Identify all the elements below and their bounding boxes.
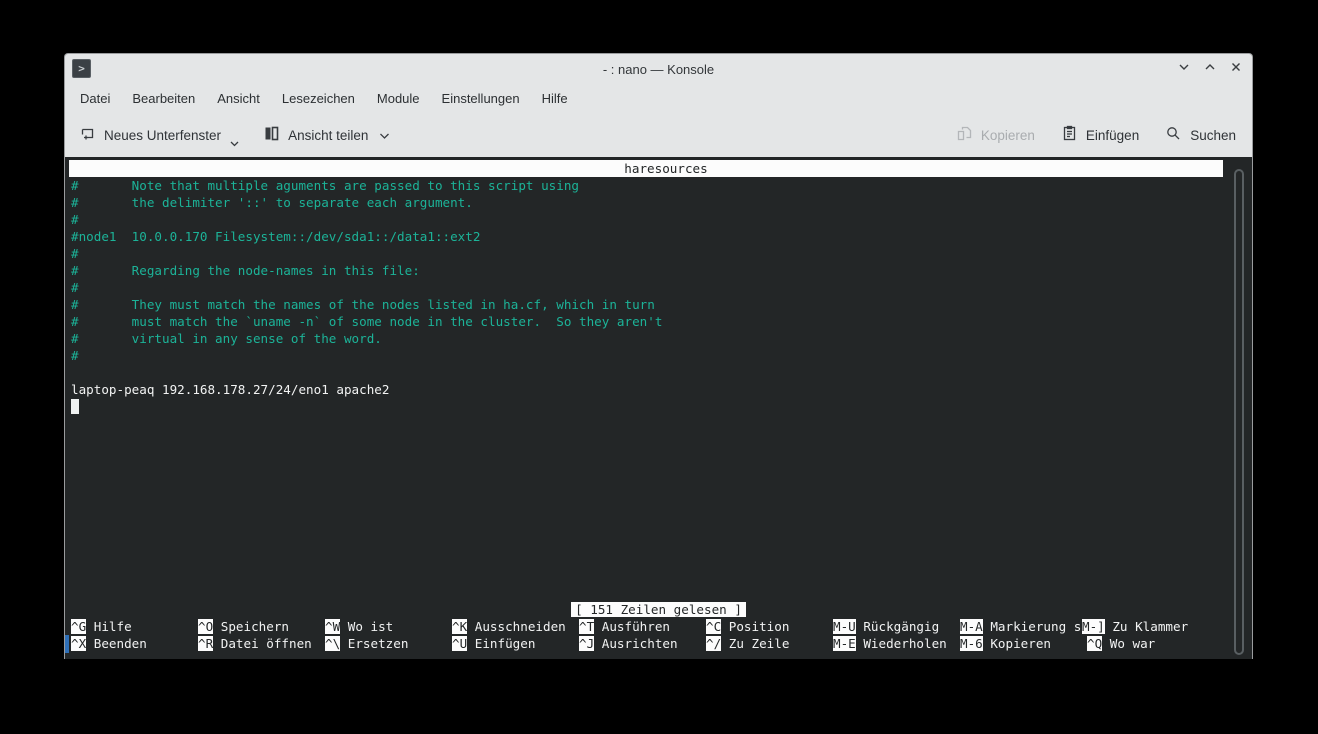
maximize-button[interactable]	[1201, 61, 1218, 78]
nano-filename: haresources	[624, 160, 707, 177]
titlebar[interactable]: > - : nano — Konsole	[65, 54, 1252, 84]
shortcut-key: ^U	[452, 636, 467, 651]
copy-icon	[956, 125, 973, 145]
nano-status-message: [ 151 Zeilen gelesen ]	[571, 602, 746, 617]
shortcut-item: ^U Einfügen	[452, 635, 579, 652]
search-button[interactable]: Suchen	[1165, 125, 1236, 145]
shortcut-item: ^Q Wo war	[1087, 635, 1214, 652]
text-line: # Note that multiple aguments are passed…	[65, 177, 1252, 194]
terminal-scrollbar[interactable]	[1234, 169, 1244, 655]
search-label: Suchen	[1190, 128, 1236, 143]
activity-indicator	[65, 635, 69, 653]
nano-shortcuts-row2: ^X Beenden^R Datei öffnen^\ Ersetzen^U E…	[65, 635, 1252, 652]
tab-new-icon	[79, 125, 96, 145]
shortcut-item: M-E Wiederholen	[833, 635, 960, 652]
nano-titlebar: GNU nano 7.2 haresources	[69, 160, 1223, 177]
text-line: #node1 10.0.0.170 Filesystem::/dev/sda1:…	[65, 228, 1252, 245]
chevron-down-icon	[230, 135, 239, 150]
shortcut-item: ^X Beenden	[71, 635, 198, 652]
paste-label: Einfügen	[1086, 128, 1139, 143]
menu-item-ansicht[interactable]: Ansicht	[206, 86, 271, 111]
nano-shortcuts-row1: ^G Hilfe^O Speichern^W Wo ist^K Ausschne…	[65, 618, 1252, 635]
shortcut-key: M-]	[1082, 619, 1105, 634]
menu-item-hilfe[interactable]: Hilfe	[531, 86, 579, 111]
shortcut-item: ^O Speichern	[198, 618, 325, 635]
menu-item-bearbeiten[interactable]: Bearbeiten	[121, 86, 206, 111]
paste-button[interactable]: Einfügen	[1061, 125, 1139, 145]
text-line: #	[65, 245, 1252, 262]
split-view-icon	[263, 125, 280, 145]
shortcut-key: ^/	[706, 636, 721, 651]
shortcut-item: ^\ Ersetzen	[325, 635, 452, 652]
shortcut-key: ^T	[579, 619, 594, 634]
text-line: #	[65, 211, 1252, 228]
text-line: # Regarding the node-names in this file:	[65, 262, 1252, 279]
nano-footer: [ 151 Zeilen gelesen ] ^G Hilfe^O Speich…	[65, 601, 1252, 652]
text-line: #	[65, 279, 1252, 296]
text-line: # virtual in any sense of the word.	[65, 330, 1252, 347]
shortcut-key: ^J	[579, 636, 594, 651]
shortcut-key: M-U	[833, 619, 856, 634]
shortcut-item: ^R Datei öffnen	[198, 635, 325, 652]
shortcut-key: ^Q	[1087, 636, 1102, 651]
chevron-down-icon	[1177, 60, 1191, 79]
shortcut-item: M-A Markierung s	[960, 618, 1082, 635]
menubar: DateiBearbeitenAnsichtLesezeichenModuleE…	[65, 84, 1252, 113]
menu-item-einstellungen[interactable]: Einstellungen	[431, 86, 531, 111]
shortcut-item: ^G Hilfe	[71, 618, 198, 635]
menu-item-module[interactable]: Module	[366, 86, 431, 111]
shortcut-item: ^J Ausrichten	[579, 635, 706, 652]
new-tab-label: Neues Unterfenster	[104, 128, 221, 143]
shortcut-key: M-A	[960, 619, 983, 634]
close-button[interactable]	[1227, 61, 1244, 78]
close-icon	[1229, 60, 1243, 79]
shortcut-key: ^O	[198, 619, 213, 634]
shortcut-item: M-U Rückgängig	[833, 618, 960, 635]
new-tab-button[interactable]: Neues Unterfenster	[79, 121, 239, 150]
shortcut-item: ^/ Zu Zeile	[706, 635, 833, 652]
shortcut-item: ^K Ausschneiden	[452, 618, 579, 635]
shortcut-key: M-6	[960, 636, 983, 651]
text-line: # They must match the names of the nodes…	[65, 296, 1252, 313]
search-icon	[1165, 125, 1182, 145]
shortcut-item: M-6 Kopieren	[960, 635, 1087, 652]
shortcut-item: M-] Zu Klammer	[1082, 618, 1209, 635]
shortcut-key: ^W	[325, 619, 340, 634]
menu-item-datei[interactable]: Datei	[69, 86, 121, 111]
copy-label: Kopieren	[981, 128, 1035, 143]
shortcut-key: ^C	[706, 619, 721, 634]
text-line: #	[65, 347, 1252, 364]
shortcut-key: ^X	[71, 636, 86, 651]
split-view-label: Ansicht teilen	[288, 128, 368, 143]
chevron-up-icon	[1203, 60, 1217, 79]
text-line: # the delimiter '::' to separate each ar…	[65, 194, 1252, 211]
cursor-line	[65, 398, 1252, 415]
konsole-window: > - : nano — Konsole DateiBearbeitenAnsi…	[64, 53, 1253, 659]
shortcut-item: ^T Ausführen	[579, 618, 706, 635]
shortcut-key: ^\	[325, 636, 340, 651]
terminal-view[interactable]: GNU nano 7.2 haresources # Note that mul…	[65, 157, 1252, 659]
shortcut-key: ^R	[198, 636, 213, 651]
shortcut-item: ^C Position	[706, 618, 833, 635]
konsole-icon: >	[72, 59, 91, 78]
window-controls	[1175, 54, 1244, 84]
window-title: - : nano — Konsole	[65, 62, 1252, 77]
text-cursor	[71, 399, 79, 414]
shortcut-key: M-E	[833, 636, 856, 651]
text-line: laptop-peaq 192.168.178.27/24/eno1 apach…	[65, 381, 1252, 398]
nano-status-row: [ 151 Zeilen gelesen ]	[65, 601, 1252, 618]
clipboard-paste-icon	[1061, 125, 1078, 145]
minimize-button[interactable]	[1175, 61, 1192, 78]
shortcut-key: ^G	[71, 619, 86, 634]
shortcut-item: ^W Wo ist	[325, 618, 452, 635]
copy-button: Kopieren	[956, 125, 1035, 145]
shortcut-key: ^K	[452, 619, 467, 634]
chevron-down-icon	[379, 128, 390, 143]
text-line	[65, 364, 1252, 381]
menu-item-lesezeichen[interactable]: Lesezeichen	[271, 86, 366, 111]
editor-buffer: # Note that multiple aguments are passed…	[65, 177, 1252, 415]
split-view-button[interactable]: Ansicht teilen	[263, 125, 390, 145]
text-line: # must match the `uname -n` of some node…	[65, 313, 1252, 330]
toolbar: Neues Unterfenster Ansicht teilen	[65, 113, 1252, 157]
